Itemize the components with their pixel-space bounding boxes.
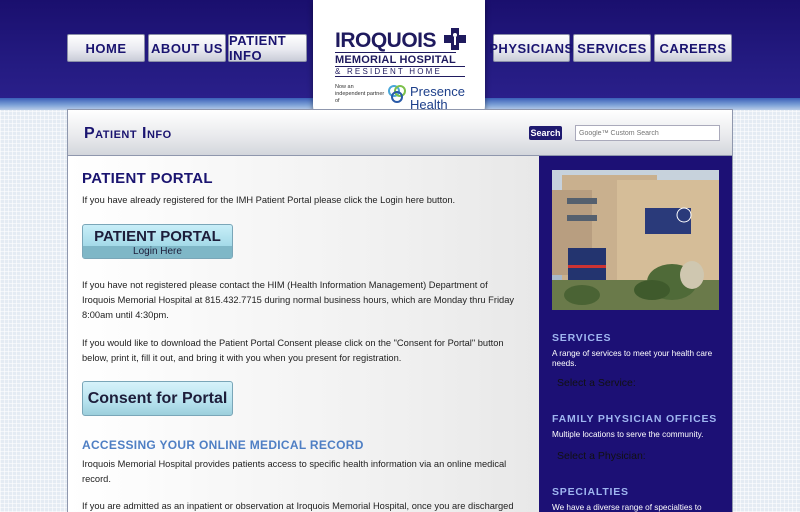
portal-button-title: PATIENT PORTAL — [94, 228, 221, 245]
logo-partner-text: Now an independent partner of — [335, 84, 385, 104]
hospital-logo[interactable]: IROQUOIS MEMORIAL HOSPITAL & RESIDENT HO… — [313, 0, 485, 120]
presence-health-name: Presence Health — [410, 85, 465, 111]
services-heading: SERVICES — [552, 332, 612, 344]
patient-portal-login-button[interactable]: PATIENT PORTAL Login Here — [82, 224, 233, 259]
hospital-building-photo — [552, 170, 719, 310]
content-container: Patient Info Search PATIENT PORTAL If yo… — [67, 109, 733, 512]
page-title: Patient Info — [84, 125, 172, 142]
online-record-heading: ACCESSING YOUR ONLINE MEDICAL RECORD — [82, 438, 364, 452]
main-content: PATIENT PORTAL If you have already regis… — [68, 156, 539, 512]
cross-logo-icon — [444, 28, 466, 50]
nav-physicians-button[interactable]: PHYSICIANS — [489, 34, 573, 62]
sidebar: SERVICES A range of services to meet you… — [539, 156, 732, 512]
search-button[interactable]: Search — [529, 126, 562, 140]
nav-services-button[interactable]: SERVICES — [573, 34, 651, 62]
specialties-text: We have a diverse range of specialties t… — [552, 503, 702, 512]
service-select[interactable]: Select a Service: — [557, 377, 717, 389]
services-text: A range of services to meet your health … — [552, 349, 713, 368]
nav-careers-button[interactable]: CAREERS — [654, 34, 732, 62]
physician-offices-heading: FAMILY PHYSICIAN OFFICES — [552, 413, 718, 425]
download-consent-text: If you would like to download the Patien… — [82, 338, 504, 363]
logo-name: IROQUOIS — [335, 29, 437, 52]
portal-button-subtitle: Login Here — [83, 246, 232, 258]
intro-text: If you have already registered for the I… — [82, 195, 456, 205]
specialties-heading: SPECIALTIES — [552, 486, 629, 498]
consent-button-label: Consent for Portal — [87, 390, 228, 407]
not-registered-text: If you have not registered please contac… — [82, 280, 515, 320]
nav-patient-info-button[interactable]: PATIENT INFO — [228, 33, 307, 63]
logo-resident-line: & RESIDENT HOME — [335, 66, 465, 77]
admitted-text: If you are admitted as an inpatient or o… — [82, 501, 514, 511]
patient-portal-heading: PATIENT PORTAL — [82, 170, 213, 187]
nav-home-button[interactable]: HOME — [67, 34, 145, 62]
logo-hospital-line: MEMORIAL HOSPITAL — [335, 52, 456, 66]
title-bar: Patient Info Search — [68, 110, 732, 156]
nav-about-button[interactable]: ABOUT US — [148, 34, 226, 62]
consent-for-portal-button[interactable]: Consent for Portal — [82, 381, 233, 416]
search-input[interactable] — [575, 125, 720, 141]
physician-select[interactable]: Select a Physician: — [557, 450, 717, 462]
presence-health-icon — [388, 85, 406, 103]
online-record-text: Iroquois Memorial Hospital provides pati… — [82, 459, 507, 484]
physician-offices-text: Multiple locations to serve the communit… — [552, 430, 704, 439]
